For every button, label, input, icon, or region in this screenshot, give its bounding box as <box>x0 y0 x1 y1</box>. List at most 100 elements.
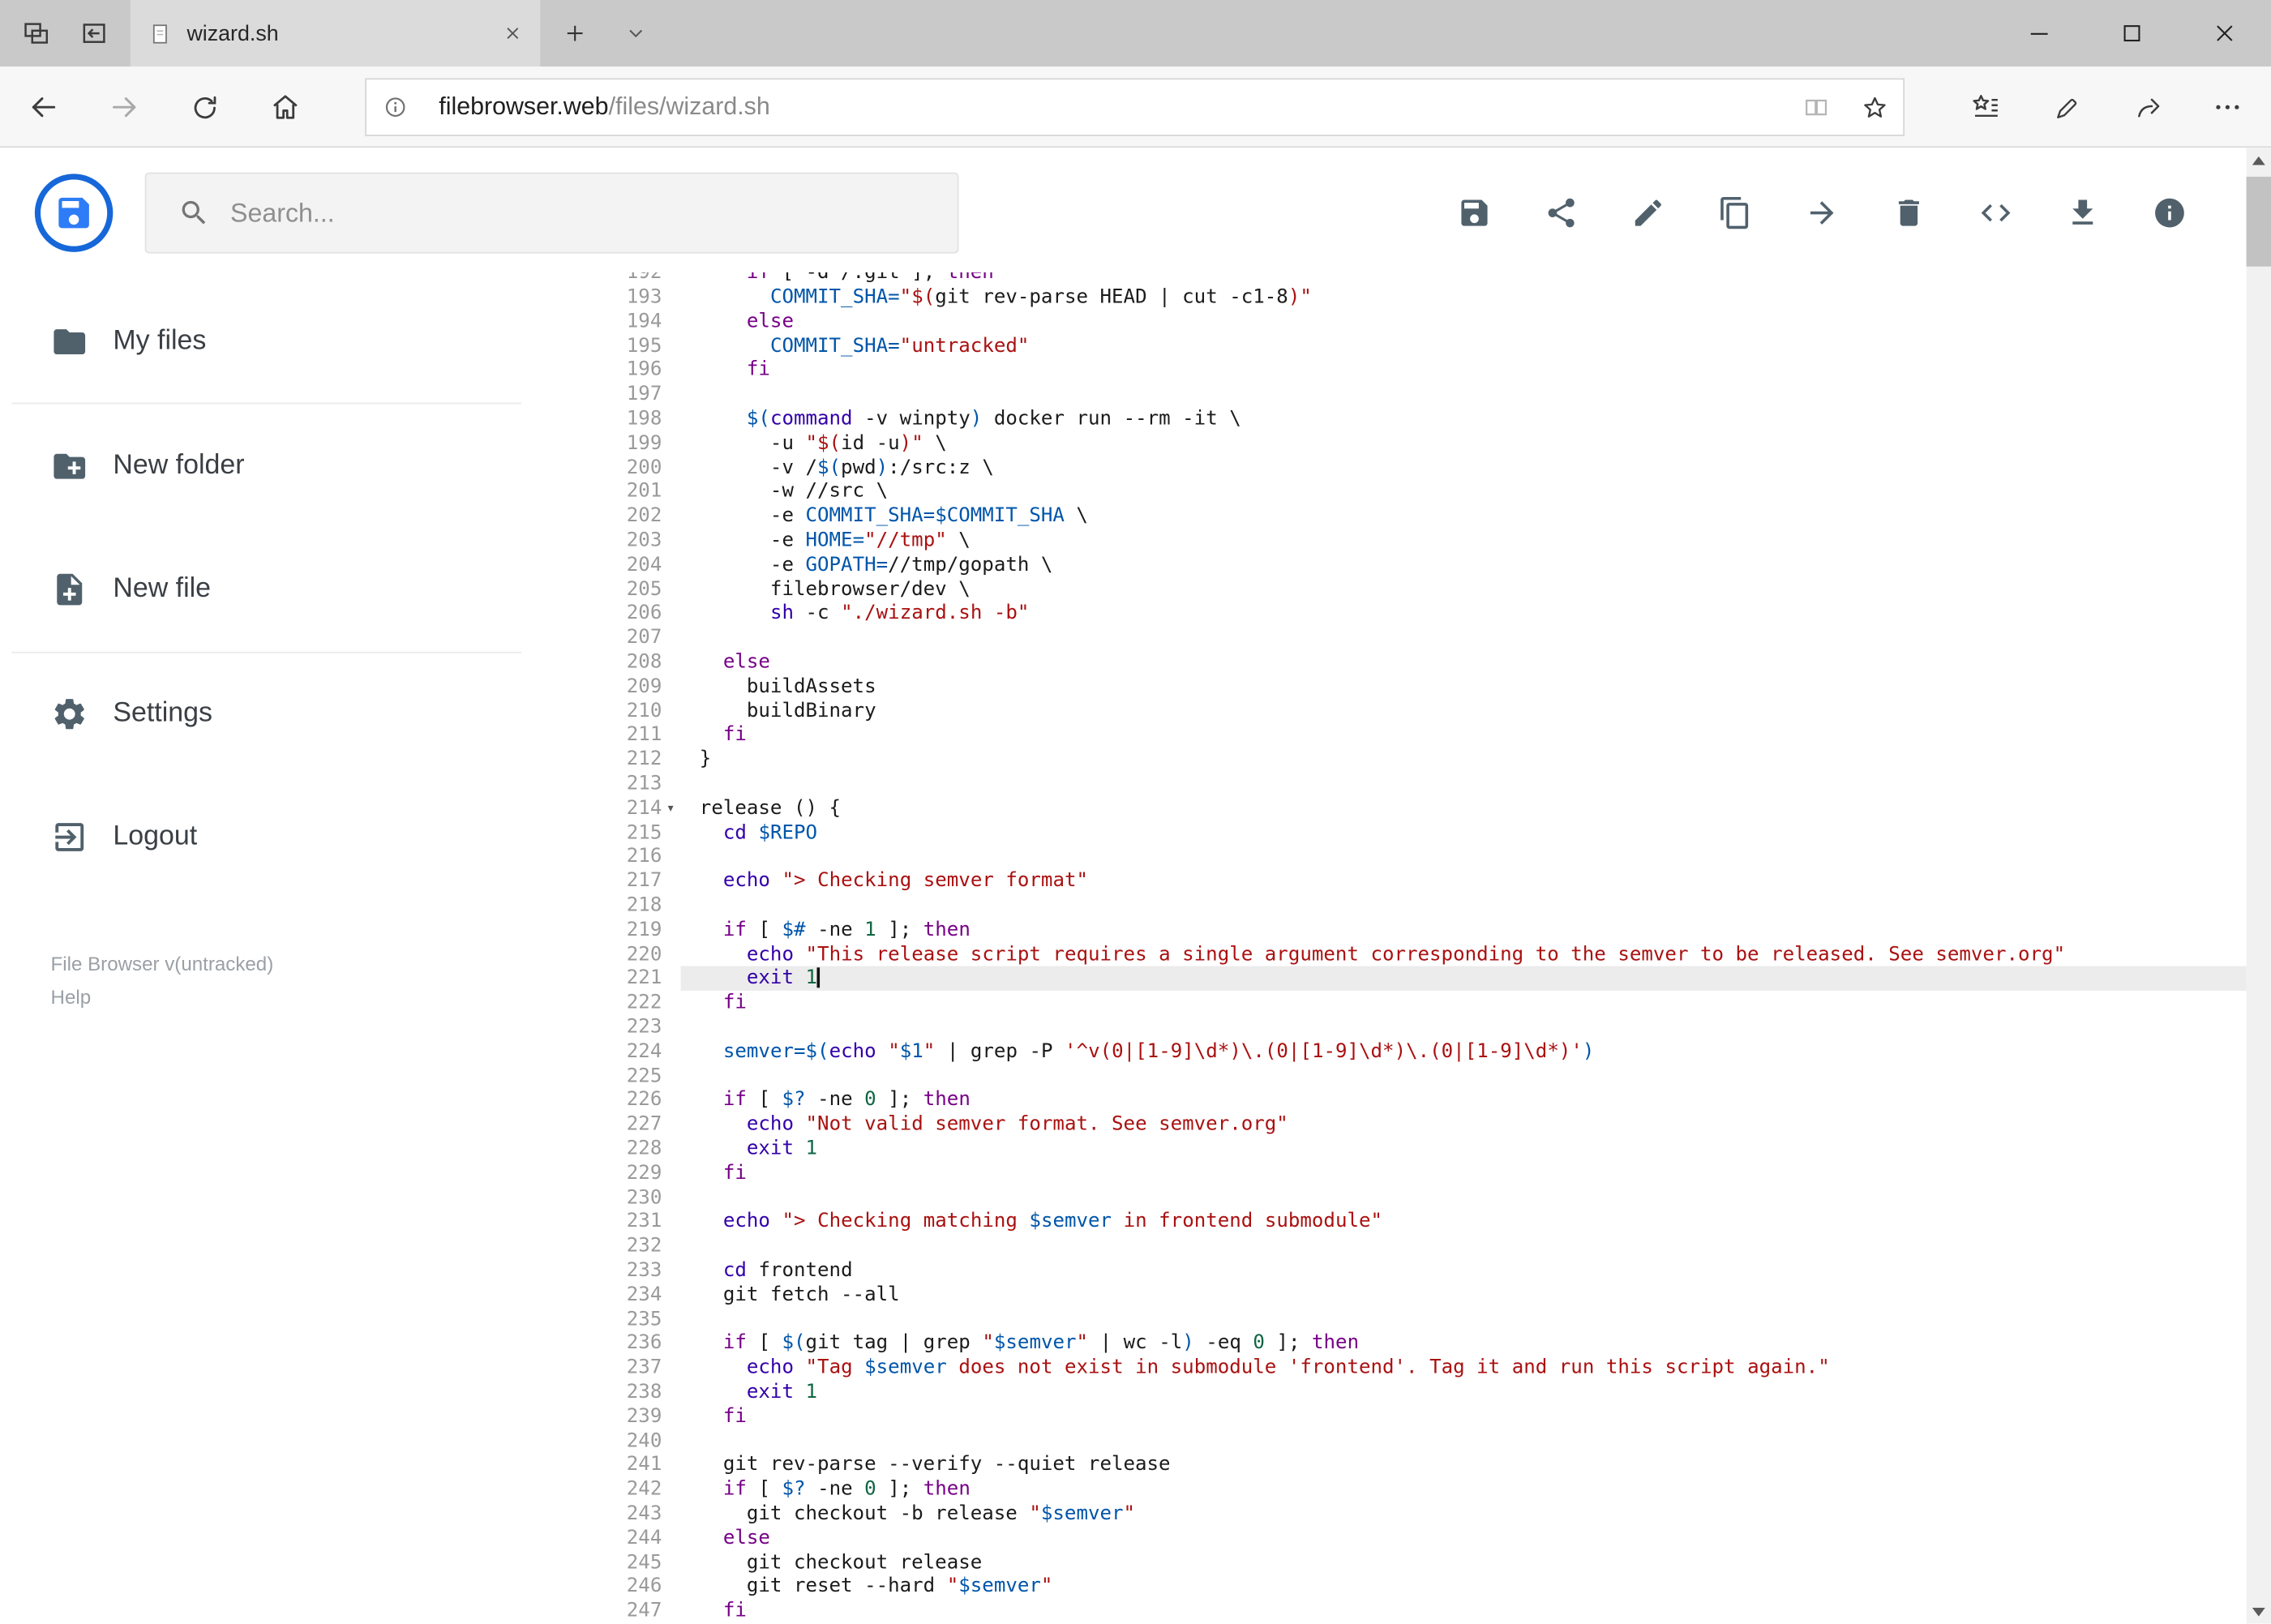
scroll-up-button[interactable] <box>2247 148 2271 172</box>
code-line-242[interactable]: 242 if [ $? -ne 0 ]; then <box>584 1477 2247 1502</box>
code-line-236[interactable]: 236 if [ $(git tag | grep "$semver" | wc… <box>584 1331 2247 1356</box>
fold-arrow-icon[interactable]: ▾ <box>666 798 675 822</box>
code-line-225[interactable]: 225 <box>584 1064 2247 1088</box>
code-line-227[interactable]: 227 echo "Not valid semver format. See s… <box>584 1112 2247 1137</box>
code-line-210[interactable]: 210 buildBinary <box>584 699 2247 723</box>
move-button[interactable] <box>1787 178 1857 248</box>
new-tab-button[interactable] <box>553 11 597 55</box>
help-link[interactable]: Help <box>51 987 92 1009</box>
delete-button[interactable] <box>1875 178 1944 248</box>
download-button[interactable] <box>2048 178 2118 248</box>
sidebar-item-new-folder[interactable]: New folder <box>0 423 584 510</box>
hub-favorites-button[interactable] <box>1956 78 2014 135</box>
code-line-247[interactable]: 247 fi <box>584 1599 2247 1623</box>
code-line-205[interactable]: 205 filebrowser/dev \ <box>584 577 2247 602</box>
code-line-208[interactable]: 208 else <box>584 650 2247 675</box>
code-line-201[interactable]: 201 -w //src \ <box>584 480 2247 504</box>
code-line-215[interactable]: 215 cd $REPO <box>584 821 2247 845</box>
sidebar-item-my-files[interactable]: My files <box>0 298 584 385</box>
code-line-238[interactable]: 238 exit 1 <box>584 1380 2247 1404</box>
search-box[interactable] <box>144 172 959 254</box>
code-line-196[interactable]: 196 fi <box>584 358 2247 383</box>
reading-view-button[interactable] <box>1787 79 1845 135</box>
info-button[interactable] <box>2135 178 2205 248</box>
code-line-219[interactable]: 219 if [ $# -ne 1 ]; then <box>584 918 2247 942</box>
code-line-245[interactable]: 245 git checkout release <box>584 1550 2247 1575</box>
code-line-194[interactable]: 194 else <box>584 310 2247 334</box>
home-button[interactable] <box>256 78 314 135</box>
code-line-200[interactable]: 200 -v /$(pwd):/src:z \ <box>584 456 2247 480</box>
code-line-239[interactable]: 239 fi <box>584 1404 2247 1429</box>
code-line-235[interactable]: 235 <box>584 1307 2247 1331</box>
code-line-221[interactable]: 221 exit 1 <box>584 966 2247 992</box>
code-line-212[interactable]: 212} <box>584 748 2247 772</box>
code-line-203[interactable]: 203 -e HOME="//tmp" \ <box>584 529 2247 553</box>
code-line-211[interactable]: 211 fi <box>584 723 2247 748</box>
page-scrollbar[interactable] <box>2246 148 2271 1624</box>
code-line-198[interactable]: 198 $(command -v winpty) docker run --rm… <box>584 407 2247 431</box>
code-line-240[interactable]: 240 <box>584 1429 2247 1453</box>
share-button[interactable] <box>2119 78 2176 135</box>
settings-menu-button[interactable] <box>2199 78 2256 135</box>
code-line-222[interactable]: 222 fi <box>584 991 2247 1015</box>
code-line-243[interactable]: 243 git checkout -b release "$semver" <box>584 1502 2247 1526</box>
code-line-216[interactable]: 216 <box>584 845 2247 869</box>
browser-tab[interactable]: wizard.sh <box>130 0 541 67</box>
code-line-202[interactable]: 202 -e COMMIT_SHA=$COMMIT_SHA \ <box>584 504 2247 529</box>
rename-button[interactable] <box>1613 178 1683 248</box>
maximize-button[interactable] <box>2085 0 2178 66</box>
code-line-241[interactable]: 241 git rev-parse --verify --quiet relea… <box>584 1453 2247 1477</box>
web-notes-button[interactable] <box>2037 78 2095 135</box>
code-line-207[interactable]: 207 <box>584 626 2247 650</box>
code-line-214[interactable]: 214 ▾ release () { <box>584 796 2247 821</box>
code-line-206[interactable]: 206 sh -c "./wizard.sh -b" <box>584 602 2247 626</box>
scroll-down-button[interactable] <box>2247 1599 2271 1623</box>
code-line-228[interactable]: 228 exit 1 <box>584 1137 2247 1161</box>
save-button[interactable] <box>1440 178 1510 248</box>
code-line-226[interactable]: 226 if [ $? -ne 0 ]; then <box>584 1088 2247 1112</box>
address-bar[interactable]: filebrowser.web/files/wizard.sh <box>365 78 1905 136</box>
refresh-button[interactable] <box>175 78 233 135</box>
code-line-220[interactable]: 220 echo "This release script requires a… <box>584 942 2247 966</box>
minimize-button[interactable] <box>1993 0 2085 66</box>
sidebar-item-new-file[interactable]: New file <box>0 546 584 632</box>
code-line-209[interactable]: 209 buildAssets <box>584 675 2247 699</box>
code-line-199[interactable]: 199 -u "$(id -u)" \ <box>584 431 2247 456</box>
code-line-223[interactable]: 223 <box>584 1015 2247 1039</box>
forward-button[interactable] <box>96 78 153 135</box>
add-favorite-button[interactable] <box>1845 79 1903 135</box>
code-line-192[interactable]: 192 if [ -d /.git ]; then <box>584 272 2247 285</box>
sidebar-item-logout[interactable]: Logout <box>0 794 584 881</box>
code-line-204[interactable]: 204 -e GOPATH=//tmp/gopath \ <box>584 553 2247 577</box>
code-line-229[interactable]: 229 fi <box>584 1161 2247 1185</box>
tabs-set-aside-list-button[interactable] <box>15 11 58 55</box>
copy-button[interactable] <box>1700 178 1770 248</box>
site-info-button[interactable] <box>366 79 424 135</box>
code-line-230[interactable]: 230 <box>584 1185 2247 1210</box>
back-button[interactable] <box>15 78 72 135</box>
code-editor[interactable]: 192 if [ -d /.git ]; then 193 COMMIT_SHA=… <box>583 272 2247 1624</box>
code-line-231[interactable]: 231 echo "> Checking matching $semver in… <box>584 1210 2247 1234</box>
close-button[interactable] <box>2179 0 2271 66</box>
code-line-244[interactable]: 244 else <box>584 1526 2247 1550</box>
code-line-195[interactable]: 195 COMMIT_SHA="untracked" <box>584 334 2247 358</box>
search-input[interactable] <box>210 196 958 230</box>
code-line-232[interactable]: 232 <box>584 1234 2247 1258</box>
code-line-246[interactable]: 246 git reset --hard "$semver" <box>584 1575 2247 1599</box>
source-button[interactable] <box>1961 178 2031 248</box>
share-button[interactable] <box>1527 178 1596 248</box>
code-line-193[interactable]: 193 COMMIT_SHA="$(git rev-parse HEAD | c… <box>584 285 2247 310</box>
code-line-213[interactable]: 213 <box>584 772 2247 796</box>
code-line-197[interactable]: 197 <box>584 383 2247 407</box>
sidebar-item-settings[interactable]: Settings <box>0 671 584 757</box>
url-text[interactable]: filebrowser.web/files/wizard.sh <box>439 92 1787 122</box>
code-line-233[interactable]: 233 cd frontend <box>584 1258 2247 1283</box>
scrollbar-thumb[interactable] <box>2246 176 2271 267</box>
set-tabs-aside-button[interactable] <box>72 11 116 55</box>
code-line-217[interactable]: 217 echo "> Checking semver format" <box>584 869 2247 893</box>
tab-preview-chevron-button[interactable] <box>614 11 658 55</box>
tab-close-icon[interactable] <box>503 24 523 44</box>
code-line-224[interactable]: 224 semver=$(echo "$1" | grep -P '^v(0|[… <box>584 1039 2247 1064</box>
code-line-234[interactable]: 234 git fetch --all <box>584 1283 2247 1307</box>
code-line-218[interactable]: 218 <box>584 893 2247 918</box>
